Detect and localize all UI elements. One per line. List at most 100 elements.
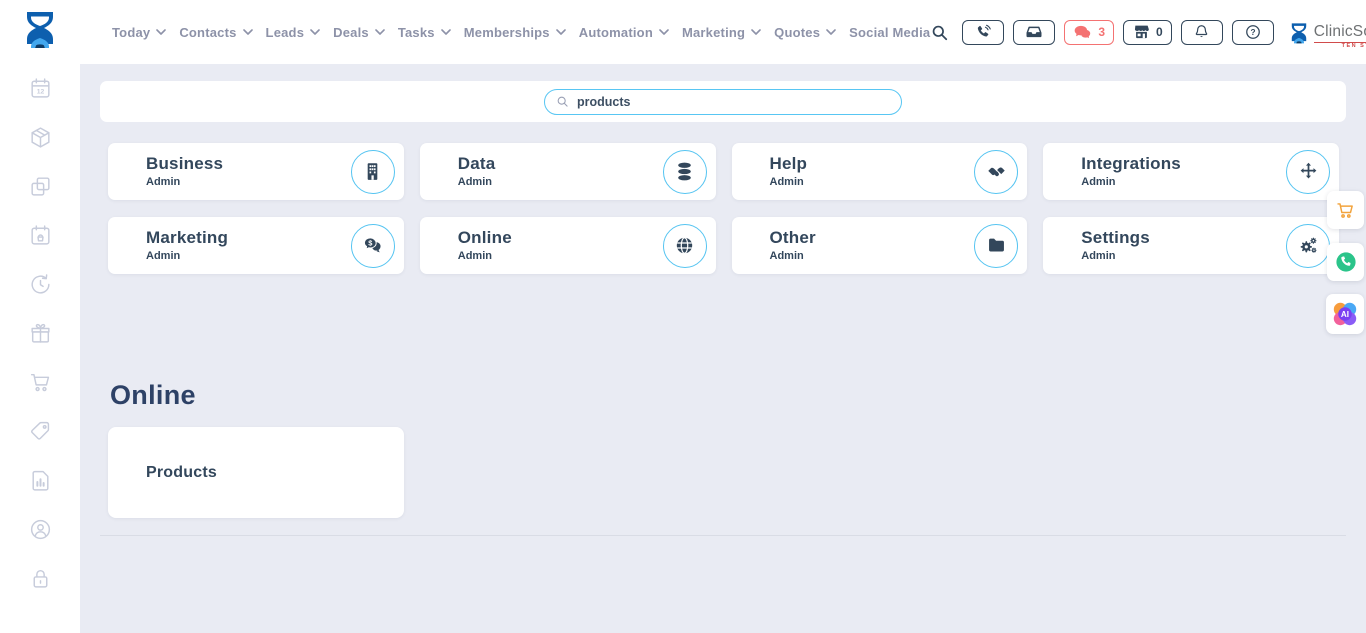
chevron-down-icon [375, 29, 385, 35]
nav-item-quotes[interactable]: Quotes [774, 25, 836, 40]
calendar-icon: 12 [28, 76, 53, 101]
brand-name: ClinicSoftware.com TEN STEPS AHEAD [1314, 15, 1366, 49]
result-item-label: Products [146, 464, 217, 482]
card-settings[interactable]: Settings Admin [1043, 217, 1339, 274]
top-bar: Today Contacts Leads Deals Tasks Memberships A… [0, 0, 1366, 64]
nav-item-memberships[interactable]: Memberships [464, 25, 566, 40]
chat-messages-button[interactable]: 3 [1064, 20, 1114, 45]
package-icon [28, 125, 53, 150]
hourglass-brand-icon [1289, 22, 1309, 47]
sidebar-item-products[interactable] [27, 124, 53, 150]
section-divider [100, 535, 1346, 536]
nav-item-today[interactable]: Today [112, 25, 166, 40]
svg-text:?: ? [1250, 28, 1255, 37]
chat-bubbles-icon [1073, 24, 1093, 41]
chevron-down-icon [243, 29, 253, 35]
nav-item-label: Contacts [179, 25, 236, 40]
help-button[interactable]: ? [1232, 20, 1274, 45]
sidebar-item-account[interactable] [27, 516, 53, 542]
sidebar-item-calendar[interactable]: 12 [27, 75, 53, 101]
chevron-down-icon [156, 29, 166, 35]
sidebar-item-security[interactable] [27, 565, 53, 591]
floating-ai-assistant-button[interactable]: AI [1326, 294, 1364, 334]
search-icon[interactable] [930, 23, 949, 42]
store-icon [1132, 23, 1151, 41]
card-help[interactable]: Help Admin [732, 143, 1028, 200]
search-input[interactable] [577, 95, 901, 109]
pos-store-button[interactable]: 0 [1123, 20, 1172, 45]
copy-icon [28, 174, 53, 199]
search-panel [100, 81, 1346, 122]
admin-cards-grid: Business Admin Data Admin Help Admin [108, 143, 1339, 274]
phone-button[interactable] [962, 20, 1004, 45]
chevron-down-icon [751, 29, 761, 35]
globe-icon [663, 224, 707, 268]
inbox-icon [1025, 23, 1043, 41]
brand-logo: ClinicSoftware.com TEN STEPS AHEAD [1289, 15, 1366, 49]
nav-item-label: Quotes [774, 25, 820, 40]
nav-item-contacts[interactable]: Contacts [179, 25, 252, 40]
nav-item-label: Marketing [682, 25, 745, 40]
main-content: Business Admin Data Admin Help Admin [80, 64, 1366, 633]
nav-item-label: Social Media [849, 25, 930, 40]
folder-icon [974, 224, 1018, 268]
notifications-button[interactable] [1181, 20, 1223, 45]
chevron-down-icon [659, 29, 669, 35]
main-nav: Today Contacts Leads Deals Tasks Memberships A… [112, 25, 930, 40]
cart-orange-icon [1335, 200, 1356, 221]
sidebar-item-history[interactable] [27, 271, 53, 297]
card-data[interactable]: Data Admin [420, 143, 716, 200]
brand-tagline: TEN STEPS AHEAD [1314, 42, 1366, 50]
app-logo[interactable] [22, 10, 58, 54]
result-item-products[interactable]: Products [108, 427, 404, 518]
floating-whatsapp-button[interactable] [1327, 243, 1364, 281]
nav-item-label: Deals [333, 25, 369, 40]
chat-count-badge: 3 [1098, 25, 1105, 39]
nav-item-label: Automation [579, 25, 653, 40]
sidebar-item-appointments[interactable] [27, 222, 53, 248]
nav-item-tasks[interactable]: Tasks [398, 25, 451, 40]
nav-item-leads[interactable]: Leads [266, 25, 321, 40]
chevron-down-icon [310, 29, 320, 35]
chevron-down-icon [556, 29, 566, 35]
bell-icon [1193, 23, 1210, 41]
chevron-down-icon [441, 29, 451, 35]
lock-icon [28, 566, 53, 591]
hourglass-logo-icon [22, 10, 58, 54]
inbox-button[interactable] [1013, 20, 1055, 45]
search-box [544, 89, 902, 115]
report-icon [28, 468, 53, 493]
topbar-actions: 3 0 ? [930, 15, 1366, 49]
calendar-bag-icon [28, 223, 53, 248]
database-icon [663, 150, 707, 194]
sidebar-item-shop[interactable] [27, 369, 53, 395]
sidebar-item-documents[interactable] [27, 173, 53, 199]
nav-item-label: Today [112, 25, 150, 40]
floating-cart-button[interactable] [1327, 191, 1364, 229]
nav-item-marketing[interactable]: Marketing [682, 25, 761, 40]
pos-count-badge: 0 [1156, 25, 1163, 39]
history-icon [28, 272, 53, 297]
nav-item-label: Tasks [398, 25, 435, 40]
question-icon: ? [1244, 23, 1262, 41]
sidebar-item-reports[interactable] [27, 467, 53, 493]
svg-text:AI: AI [1341, 310, 1349, 319]
money-chat-icon: $ [351, 224, 395, 268]
move-arrows-icon [1286, 150, 1330, 194]
card-integrations[interactable]: Integrations Admin [1043, 143, 1339, 200]
card-business[interactable]: Business Admin [108, 143, 404, 200]
sidebar-item-gift-cards[interactable] [27, 320, 53, 346]
card-online[interactable]: Online Admin [420, 217, 716, 274]
nav-item-deals[interactable]: Deals [333, 25, 385, 40]
chevron-down-icon [826, 29, 836, 35]
results-section-heading: Online [110, 380, 1366, 411]
nav-item-social-media[interactable]: Social Media [849, 25, 930, 40]
card-marketing[interactable]: Marketing Admin $ [108, 217, 404, 274]
sidebar-item-price-tags[interactable] [27, 418, 53, 444]
svg-text:12: 12 [36, 88, 44, 95]
nav-item-automation[interactable]: Automation [579, 25, 669, 40]
search-input-icon [556, 95, 569, 108]
card-other[interactable]: Other Admin [732, 217, 1028, 274]
nav-item-label: Leads [266, 25, 305, 40]
whatsapp-icon [1334, 250, 1358, 274]
